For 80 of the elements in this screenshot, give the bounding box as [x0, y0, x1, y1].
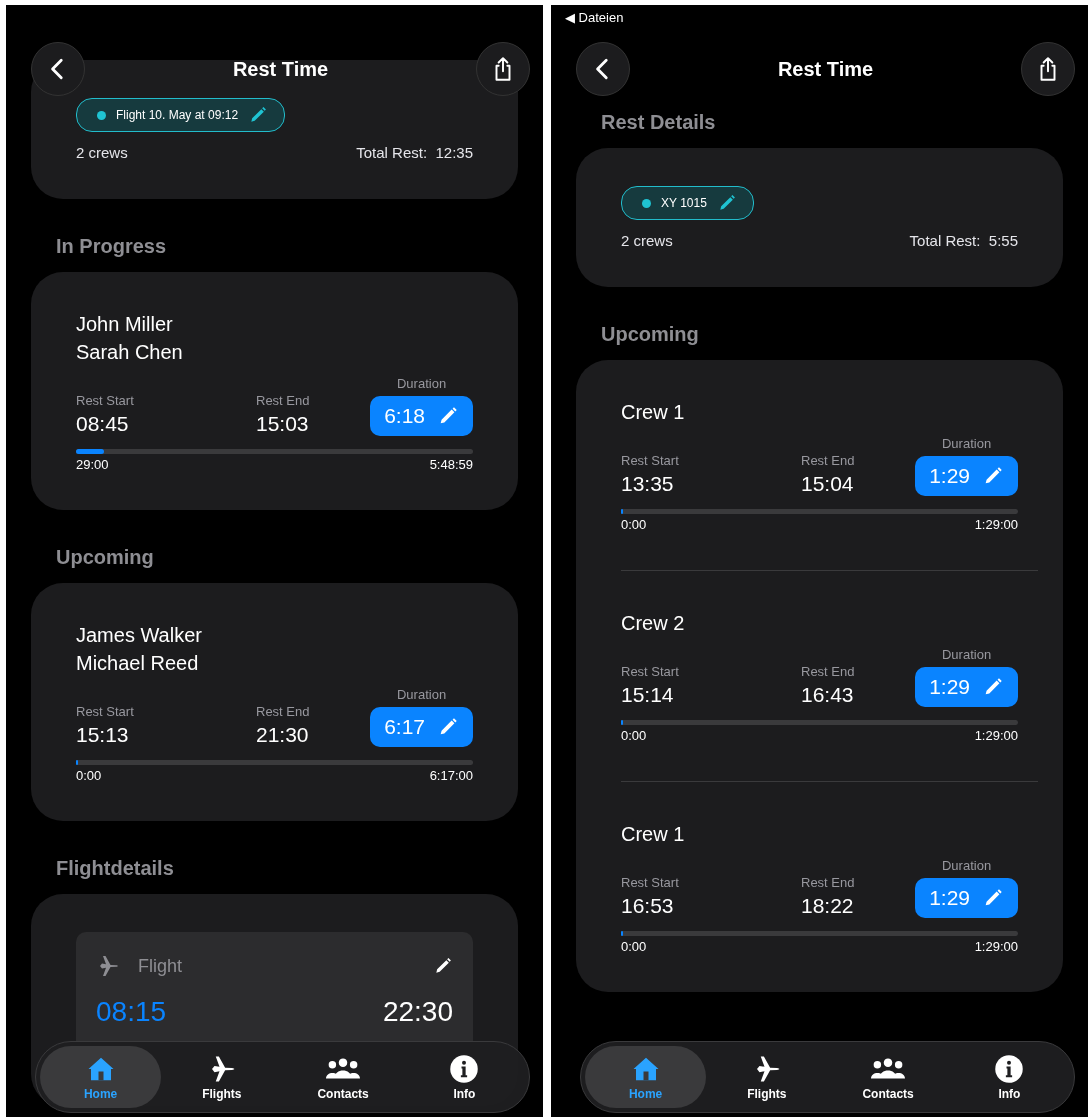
rest-end-time: 16:43: [801, 683, 855, 707]
section-title: Upcoming: [601, 323, 700, 346]
crew-name: Crew 1: [621, 822, 686, 847]
status-dot-icon: [642, 198, 651, 208]
duration-button[interactable]: 1:29: [915, 456, 1018, 496]
rest-start-label: Rest Start: [621, 664, 680, 679]
rest-end-label: Rest End: [801, 453, 856, 468]
rest-start-time: 13:35: [621, 472, 675, 496]
arrival-time: 22:30: [382, 996, 453, 1028]
flight-tag[interactable]: XY 1015: [621, 186, 754, 220]
tab[interactable]: Contacts: [282, 1046, 404, 1108]
flight-label: Flight: [138, 955, 182, 977]
crew-name: Crew 2: [621, 611, 686, 636]
section-title: In Progress: [56, 235, 168, 258]
section-title: Upcoming: [56, 546, 155, 569]
rest-start-time: 16:53: [621, 894, 675, 918]
tab[interactable]: Home: [40, 1046, 162, 1108]
elapsed-time: 29:00: [76, 457, 109, 472]
tab[interactable]: Flights: [706, 1046, 828, 1108]
status-dot-icon: [97, 110, 106, 120]
tab[interactable]: Info: [403, 1046, 525, 1108]
crew-count: 2 crews: [76, 144, 128, 161]
share-button[interactable]: [1021, 42, 1075, 96]
back-button[interactable]: [576, 42, 630, 96]
elapsed-time: 0:00: [621, 728, 647, 743]
tab[interactable]: Info: [948, 1046, 1070, 1108]
remaining-time: 1:29:00: [974, 939, 1018, 954]
back-button[interactable]: [31, 42, 85, 96]
elapsed-time: 0:00: [621, 939, 647, 954]
share-button[interactable]: [476, 42, 530, 96]
screen-title: Rest Time: [777, 57, 874, 81]
rest-start-label: Rest Start: [621, 453, 680, 468]
rest-start-label: Rest Start: [76, 393, 135, 408]
remaining-time: 6:17:00: [429, 768, 473, 783]
rest-end-label: Rest End: [256, 704, 311, 719]
rest-end-time: 15:04: [801, 472, 855, 496]
duration-label: Duration: [942, 436, 992, 451]
back-to-app-link[interactable]: ◀ Dateien: [565, 9, 624, 25]
departure-time: 08:15: [96, 996, 167, 1028]
rest-end-label: Rest End: [801, 664, 856, 679]
rest-end-time: 18:22: [801, 894, 855, 918]
remaining-time: 1:29:00: [974, 517, 1018, 532]
crew-name: James Walker: [76, 623, 203, 648]
rest-end-label: Rest End: [801, 875, 856, 890]
duration-label: Duration: [397, 687, 447, 702]
rest-start-label: Rest Start: [621, 875, 680, 890]
elapsed-time: 0:00: [76, 768, 102, 783]
flight-tag[interactable]: Flight 10. May at 09:12: [76, 98, 286, 132]
crew-name: Sarah Chen: [76, 340, 184, 365]
remaining-time: 1:29:00: [974, 728, 1018, 743]
section-title: Flightdetails: [56, 857, 175, 880]
rest-start-time: 15:14: [621, 683, 675, 707]
crew-name: Michael Reed: [76, 651, 200, 676]
duration-label: Duration: [942, 858, 992, 873]
duration-button[interactable]: 6:17: [370, 707, 473, 747]
rest-end-label: Rest End: [256, 393, 311, 408]
remaining-time: 5:48:59: [429, 457, 473, 472]
tab[interactable]: Home: [585, 1046, 707, 1108]
total-rest: Total Rest: 12:35: [356, 144, 473, 161]
pencil-icon[interactable]: [248, 105, 269, 125]
crew-name: Crew 1: [621, 400, 686, 425]
rest-end-time: 21:30: [256, 723, 310, 747]
rest-start-label: Rest Start: [76, 704, 135, 719]
rest-start-time: 15:13: [76, 723, 130, 747]
duration-label: Duration: [397, 376, 447, 391]
section-title: Rest Details: [601, 111, 717, 134]
duration-button[interactable]: 1:29: [915, 878, 1018, 918]
tab[interactable]: Contacts: [827, 1046, 949, 1108]
duration-button[interactable]: 6:18: [370, 396, 473, 436]
duration-button[interactable]: 1:29: [915, 667, 1018, 707]
tab[interactable]: Flights: [161, 1046, 283, 1108]
pencil-icon[interactable]: [433, 956, 453, 976]
crew-name: John Miller: [76, 312, 174, 337]
screen-title: Rest Time: [232, 57, 329, 81]
duration-label: Duration: [942, 647, 992, 662]
crew-count: 2 crews: [621, 232, 673, 249]
rest-end-time: 15:03: [256, 412, 310, 436]
rest-start-time: 08:45: [76, 412, 130, 436]
elapsed-time: 0:00: [621, 517, 647, 532]
total-rest: Total Rest: 5:55: [909, 232, 1018, 249]
